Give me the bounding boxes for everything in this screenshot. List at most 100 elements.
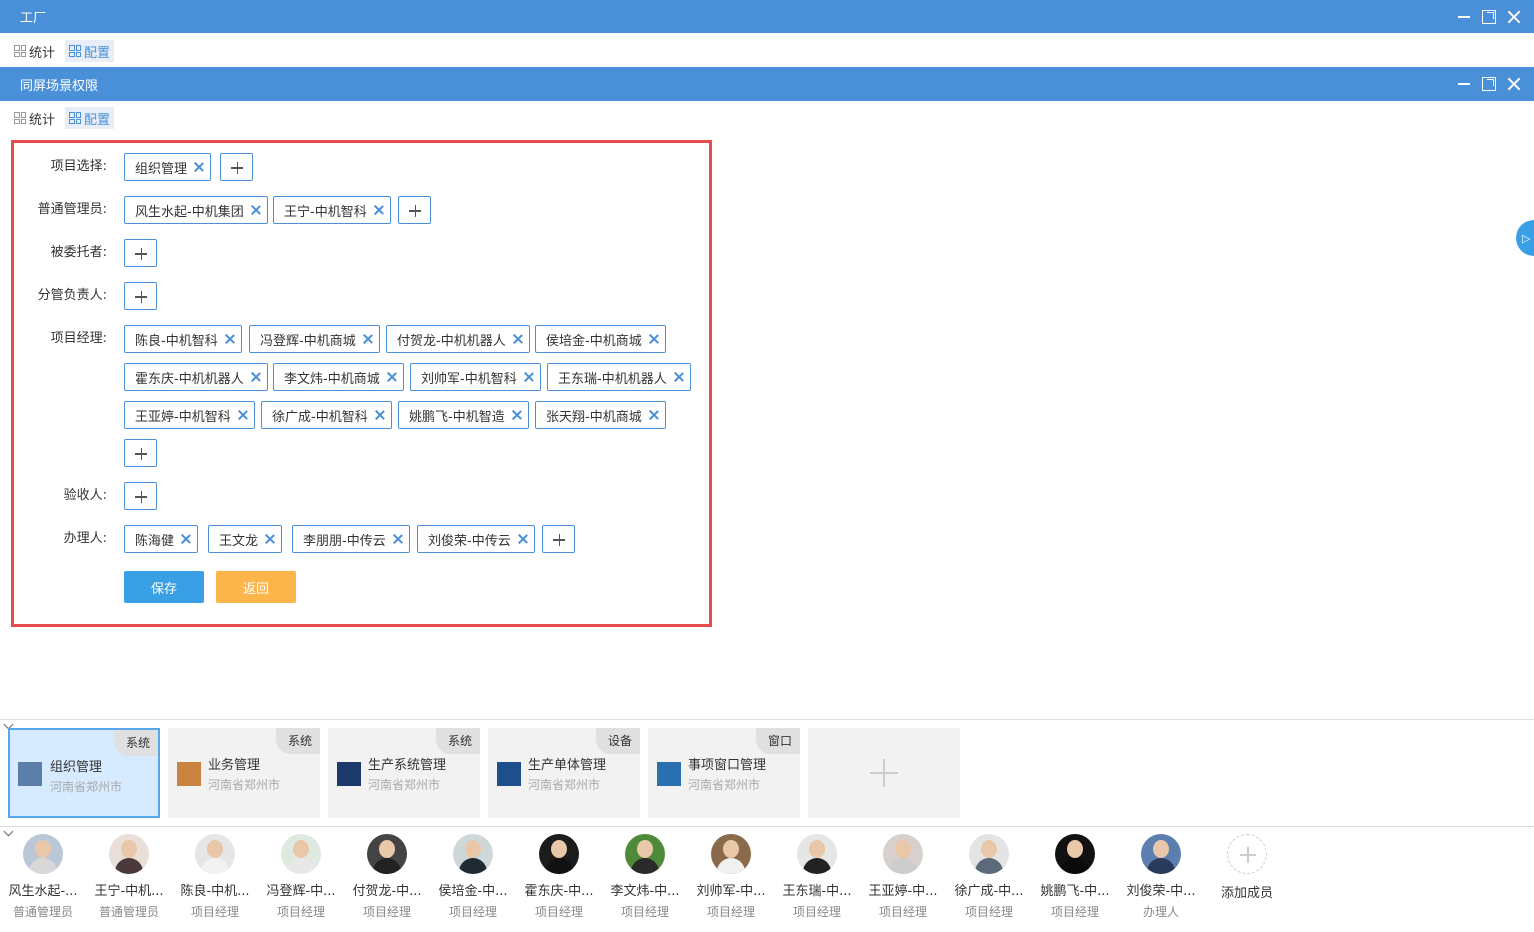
minimize-icon[interactable]	[1456, 9, 1472, 25]
tag-label: 张天翔-中机商城	[546, 409, 642, 425]
remove-icon[interactable]	[265, 534, 275, 544]
member-name: 侯培金-中...	[438, 884, 508, 899]
close-icon[interactable]	[1506, 9, 1522, 25]
remove-icon[interactable]	[225, 334, 235, 344]
member-item[interactable]: 王东瑞-中... 项目经理	[774, 834, 860, 920]
tag-label: 姚鹏飞-中机智造	[409, 409, 505, 425]
tab-label: 配置	[84, 112, 111, 128]
remove-icon[interactable]	[649, 334, 659, 344]
member-item[interactable]: 冯登辉-中... 项目经理	[258, 834, 344, 920]
add-member-button[interactable]: 添加成员	[1204, 834, 1290, 901]
member-item[interactable]: 王亚婷-中... 项目经理	[860, 834, 946, 920]
tab-config[interactable]: 配置	[65, 40, 115, 62]
remove-icon[interactable]	[238, 410, 248, 420]
avatar	[453, 834, 493, 874]
member-item[interactable]: 刘俊荣-中... 办理人	[1118, 834, 1204, 920]
remove-icon[interactable]	[649, 410, 659, 420]
tab-statistics[interactable]: 统计	[10, 40, 59, 62]
expand-panel-handle[interactable]: ▷	[1516, 220, 1534, 256]
scene-card[interactable]: 系统 组织管理 河南省郑州市	[8, 728, 160, 818]
member-item[interactable]: 王宁-中机... 普通管理员	[86, 834, 172, 920]
member-item[interactable]: 姚鹏飞-中... 项目经理	[1032, 834, 1118, 920]
remove-icon[interactable]	[387, 372, 397, 382]
scene-card[interactable]: 系统 生产系统管理 河南省郑州市	[328, 728, 480, 818]
remove-icon[interactable]	[524, 372, 534, 382]
scene-thumbnail	[657, 762, 681, 786]
member-name: 王东瑞-中...	[782, 884, 852, 899]
member-item[interactable]: 霍东庆-中... 项目经理	[516, 834, 602, 920]
avatar	[23, 834, 63, 874]
plus-icon	[1227, 834, 1267, 874]
member-role: 普通管理员	[98, 905, 159, 919]
remove-icon[interactable]	[363, 334, 373, 344]
remove-icon[interactable]	[251, 205, 261, 215]
label-delegate: 被委托者:	[50, 245, 107, 260]
tab-label: 配置	[84, 45, 111, 61]
avatar	[281, 834, 321, 874]
remove-icon[interactable]	[512, 410, 522, 420]
scene-card[interactable]: 设备 生产单体管理 河南省郑州市	[488, 728, 640, 818]
member-name: 李文炜-中...	[610, 884, 680, 899]
window-title: 同屏场景权限	[20, 78, 99, 94]
remove-icon[interactable]	[374, 205, 384, 215]
scene-name: 事项窗口管理	[688, 758, 767, 773]
grid-icon	[69, 45, 82, 57]
avatar	[1141, 834, 1181, 874]
back-button[interactable]: 返回	[216, 571, 296, 603]
grid-icon	[14, 45, 26, 57]
member-item[interactable]: 徐广成-中... 项目经理	[946, 834, 1032, 920]
scene-badge: 系统	[113, 730, 158, 756]
member-item[interactable]: 侯培金-中... 项目经理	[430, 834, 516, 920]
avatar	[195, 834, 235, 874]
member-item[interactable]: 李文炜-中... 项目经理	[602, 834, 688, 920]
add-handler-button[interactable]	[542, 525, 575, 553]
member-name: 王亚婷-中...	[868, 884, 938, 899]
maximize-icon[interactable]	[1482, 77, 1496, 91]
tab-statistics[interactable]: 统计	[10, 107, 59, 129]
scene-card[interactable]: 窗口 事项窗口管理 河南省郑州市	[648, 728, 800, 818]
member-item[interactable]: 风生水起-... 普通管理员	[0, 834, 86, 920]
tag-pm: 陈良-中机智科	[124, 325, 242, 353]
tag-label: 刘帅军-中机智科	[421, 371, 517, 387]
member-role: 项目经理	[534, 905, 583, 919]
add-admin-button[interactable]	[398, 196, 431, 224]
permission-form: 项目选择: 组织管理 普通管理员: 风生水起-中机集团 王宁-中机智科 被委托者…	[11, 140, 712, 627]
remove-icon[interactable]	[181, 534, 191, 544]
remove-icon[interactable]	[251, 372, 261, 382]
add-project-button[interactable]	[220, 153, 253, 181]
add-member-label: 添加成员	[1220, 886, 1273, 901]
remove-icon[interactable]	[194, 162, 204, 172]
remove-icon[interactable]	[393, 534, 403, 544]
window-title: 工厂	[20, 11, 47, 26]
avatar	[367, 834, 407, 874]
member-name: 刘帅军-中...	[696, 884, 766, 899]
remove-icon[interactable]	[674, 372, 684, 382]
tag-pm: 徐广成-中机智科	[261, 401, 392, 429]
member-role: 办理人	[1142, 905, 1179, 919]
add-acceptor-button[interactable]	[124, 482, 157, 510]
scene-name: 生产单体管理	[528, 758, 607, 773]
tag-project: 组织管理	[124, 153, 212, 181]
minimize-icon[interactable]	[1456, 76, 1472, 92]
add-delegate-button[interactable]	[124, 239, 157, 267]
divider	[0, 719, 1534, 720]
member-item[interactable]: 刘帅军-中... 项目经理	[688, 834, 774, 920]
remove-icon[interactable]	[513, 334, 523, 344]
add-division-button[interactable]	[124, 282, 157, 310]
close-icon[interactable]	[1506, 76, 1522, 92]
remove-icon[interactable]	[375, 410, 385, 420]
add-pm-button[interactable]	[124, 439, 157, 467]
member-item[interactable]: 陈良-中机... 项目经理	[172, 834, 258, 920]
tag-pm: 侯培金-中机商城	[535, 325, 666, 353]
member-item[interactable]: 付贺龙-中... 项目经理	[344, 834, 430, 920]
tab-config[interactable]: 配置	[65, 107, 115, 129]
maximize-icon[interactable]	[1482, 9, 1496, 24]
member-name: 姚鹏飞-中...	[1040, 884, 1110, 899]
save-button[interactable]: 保存	[124, 571, 204, 603]
tag-label: 徐广成-中机智科	[272, 409, 368, 425]
remove-icon[interactable]	[518, 534, 528, 544]
scene-card[interactable]: 系统 业务管理 河南省郑州市	[168, 728, 320, 818]
add-scene-button[interactable]	[808, 728, 960, 818]
tag-handler: 李朋朋-中传云	[292, 525, 410, 553]
member-name: 王宁-中机...	[94, 884, 164, 899]
